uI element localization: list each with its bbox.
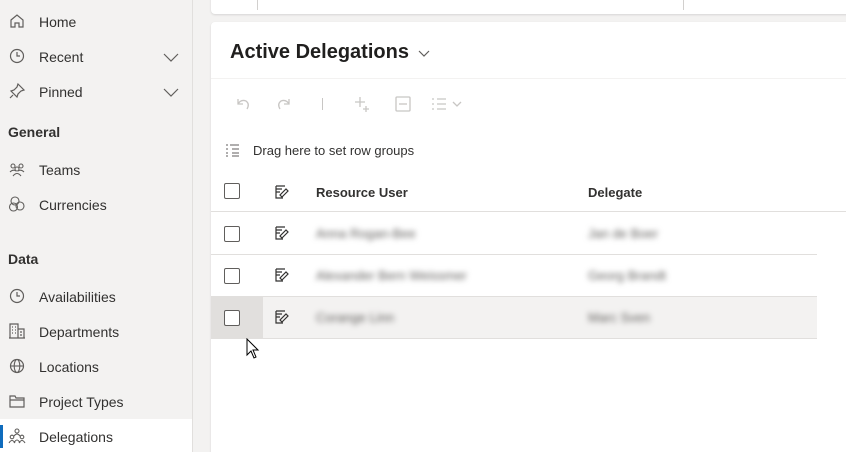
sidebar-item-departments[interactable]: Departments xyxy=(0,314,192,349)
add-row-icon[interactable] xyxy=(352,94,372,114)
sidebar-item-home[interactable]: Home xyxy=(0,4,192,39)
building-icon xyxy=(9,323,25,339)
currencies-icon xyxy=(8,196,25,212)
select-all-checkbox[interactable] xyxy=(224,183,240,199)
pin-icon xyxy=(9,82,26,99)
sidebar-item-label: Teams xyxy=(39,161,81,178)
table-row[interactable]: Anna Rogan-Bee Jan de Boer xyxy=(211,213,817,255)
sidebar: Home Recent Pinned General Teams Currenc… xyxy=(0,0,193,452)
edit-icon xyxy=(275,185,289,199)
globe-icon xyxy=(9,358,25,374)
row-group-hint: Drag here to set row groups xyxy=(253,142,415,158)
sidebar-item-label: Departments xyxy=(39,323,120,340)
teams-icon xyxy=(9,163,25,177)
grid-header: Resource User Delegate xyxy=(211,172,846,212)
list-options-icon[interactable] xyxy=(429,94,469,114)
cell-resource-user[interactable]: Corange Linn xyxy=(316,310,394,325)
sidebar-item-label: Currencies xyxy=(39,196,107,213)
redo-icon[interactable] xyxy=(274,94,294,114)
cell-resource-user[interactable]: Anna Rogan-Bee xyxy=(316,226,416,241)
divider xyxy=(683,0,684,10)
toolbar-separator xyxy=(322,98,323,110)
previous-panel xyxy=(211,0,846,14)
row-checkbox[interactable] xyxy=(224,226,240,242)
cell-delegate[interactable]: Jan de Boer xyxy=(588,226,658,241)
sidebar-item-locations[interactable]: Locations xyxy=(0,349,192,384)
section-title-data: Data xyxy=(8,251,39,267)
chevron-down-icon[interactable] xyxy=(417,46,431,60)
edit-icon[interactable] xyxy=(274,309,290,325)
table-row[interactable]: Alexander Bern Weissmer Georg Brandt xyxy=(211,255,817,297)
column-header-resource-user[interactable]: Resource User xyxy=(316,185,408,200)
table-row[interactable]: Corange Linn Marc Sven xyxy=(211,297,817,339)
sidebar-item-delegations[interactable]: Delegations xyxy=(0,419,192,452)
sidebar-item-pinned[interactable]: Pinned xyxy=(0,74,192,109)
home-icon xyxy=(10,14,24,28)
undo-icon[interactable] xyxy=(233,94,253,114)
sidebar-item-label: Pinned xyxy=(39,83,83,100)
sidebar-item-teams[interactable]: Teams xyxy=(0,152,192,187)
section-title-general: General xyxy=(8,124,61,140)
row-group-dropzone[interactable]: Drag here to set row groups xyxy=(225,140,414,160)
folder-icon xyxy=(9,395,25,408)
row-checkbox[interactable] xyxy=(224,310,240,326)
cell-resource-user[interactable]: Alexander Bern Weissmer xyxy=(316,268,467,283)
sidebar-item-availabilities[interactable]: Availabilities xyxy=(0,279,192,314)
edit-icon[interactable] xyxy=(274,225,290,241)
panel-title[interactable]: Active Delegations xyxy=(230,41,431,64)
sidebar-item-label: Locations xyxy=(39,358,99,375)
sidebar-item-label: Availabilities xyxy=(39,288,116,305)
chevron-down-icon[interactable] xyxy=(162,48,180,66)
row-group-icon xyxy=(226,144,239,157)
collapse-icon[interactable] xyxy=(393,94,413,114)
edit-icon[interactable] xyxy=(274,267,290,283)
cell-delegate[interactable]: Marc Sven xyxy=(588,310,650,325)
sidebar-item-label: Delegations xyxy=(39,428,113,445)
sidebar-item-project-types[interactable]: Project Types xyxy=(0,384,192,419)
sidebar-item-recent[interactable]: Recent xyxy=(0,39,192,74)
divider xyxy=(257,0,258,10)
divider xyxy=(211,78,846,79)
sidebar-item-label: Recent xyxy=(39,48,84,65)
clock-icon xyxy=(9,288,25,304)
sidebar-item-label: Project Types xyxy=(39,393,124,410)
sidebar-item-currencies[interactable]: Currencies xyxy=(0,187,192,222)
clock-icon xyxy=(9,48,25,64)
sidebar-item-label: Home xyxy=(39,13,77,30)
column-header-delegate[interactable]: Delegate xyxy=(588,185,642,200)
mouse-cursor-icon xyxy=(246,338,260,359)
chevron-down-icon[interactable] xyxy=(162,83,180,101)
cell-delegate[interactable]: Georg Brandt xyxy=(588,268,666,283)
active-delegations-panel: Active Delegations Drag here to set row … xyxy=(211,22,846,452)
delegation-icon xyxy=(8,428,26,444)
panel-title-text: Active Delegations xyxy=(230,41,409,63)
row-checkbox[interactable] xyxy=(224,268,240,284)
